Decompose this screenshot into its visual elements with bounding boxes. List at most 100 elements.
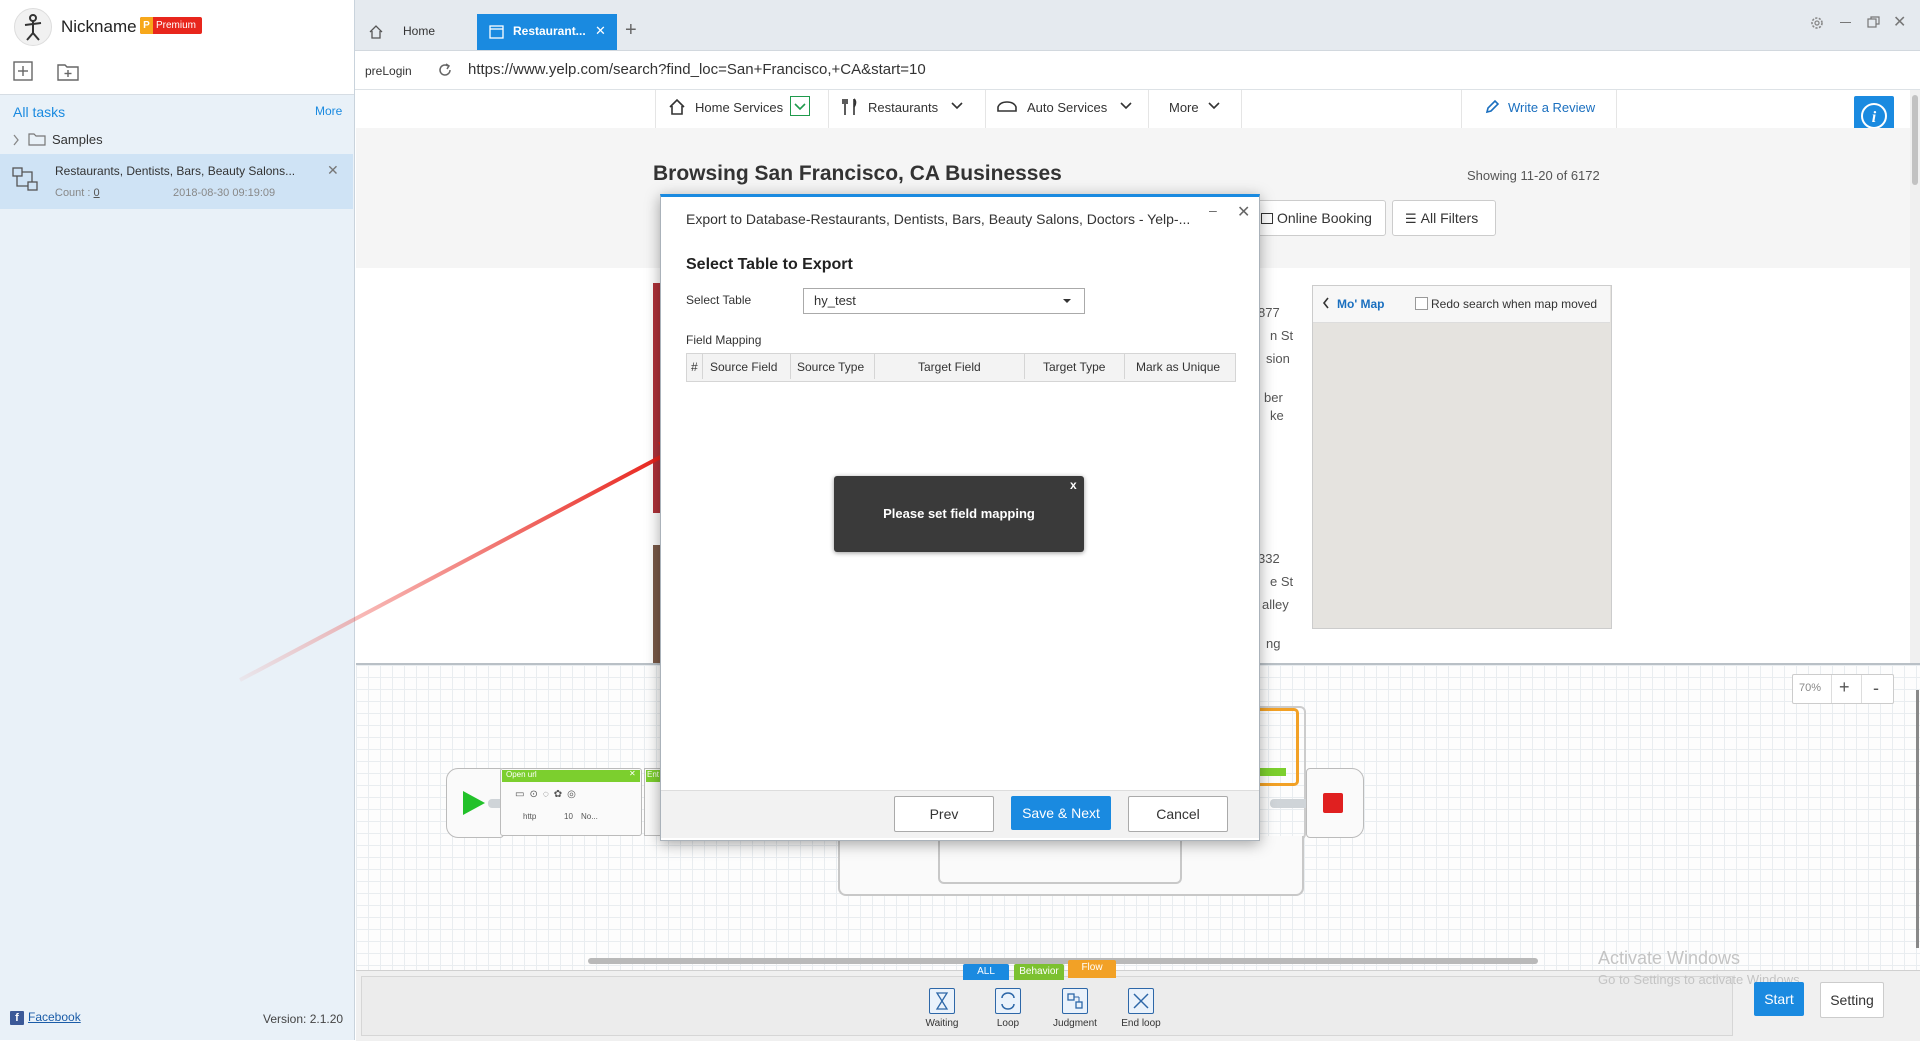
toolbox-label: Loop xyxy=(996,1018,1020,1029)
task-count-value[interactable]: 0 xyxy=(94,187,100,199)
play-icon xyxy=(463,791,485,815)
online-booking-filter[interactable]: Online Booking xyxy=(1246,200,1386,236)
node-field: 10 xyxy=(564,812,573,821)
minimize-window-icon[interactable] xyxy=(1840,22,1851,23)
toolbox-item-loop[interactable]: Loop xyxy=(983,988,1033,1029)
result-text: ng xyxy=(1266,636,1281,651)
more-link[interactable]: More xyxy=(315,104,342,118)
toolbox-tab-all[interactable]: ALL xyxy=(963,964,1009,980)
node-tool-icons[interactable]: ▭⊙◌✿◎ xyxy=(515,789,581,800)
select-table-dropdown[interactable]: hy_test xyxy=(803,288,1085,314)
task-count-label: Count : xyxy=(55,187,91,199)
task-list-item[interactable] xyxy=(0,154,353,209)
judgment-container[interactable] xyxy=(938,836,1182,884)
select-table-value: hy_test xyxy=(814,293,856,308)
write-review-link[interactable]: Write a Review xyxy=(1508,100,1595,115)
page-title: Browsing San Francisco, CA Businesses xyxy=(653,162,1062,185)
tab-home[interactable]: Home xyxy=(355,14,475,50)
pencil-icon xyxy=(1484,99,1500,115)
toolbox-item-waiting[interactable]: Waiting xyxy=(917,988,967,1029)
node-title: Ent xyxy=(647,770,660,779)
map-panel[interactable] xyxy=(1312,285,1612,629)
chevron-right-icon[interactable] xyxy=(12,134,20,146)
chevron-down-icon[interactable] xyxy=(790,96,810,116)
setting-button[interactable]: Setting xyxy=(1820,982,1884,1018)
workflow-hscroll[interactable] xyxy=(588,958,1538,964)
chevron-down-icon[interactable] xyxy=(950,100,964,112)
toolbox-tab-flow[interactable]: Flow xyxy=(1068,960,1116,978)
stop-icon xyxy=(1323,793,1343,813)
dialog-close-button[interactable]: ✕ xyxy=(1237,202,1250,222)
all-tasks-link[interactable]: All tasks xyxy=(13,104,65,120)
tab-home-label: Home xyxy=(403,24,436,38)
column-target-type[interactable]: Target Type xyxy=(1043,360,1105,374)
cancel-button[interactable]: Cancel xyxy=(1128,796,1228,832)
nav-more[interactable]: More xyxy=(1169,100,1199,115)
node-close-icon[interactable]: ✕ xyxy=(629,769,636,778)
hourglass-icon xyxy=(929,988,955,1014)
fork-knife-icon xyxy=(842,98,858,116)
sidebar-header xyxy=(0,0,354,95)
facebook-icon[interactable]: f xyxy=(10,1011,24,1025)
online-booking-label: Online Booking xyxy=(1277,210,1372,226)
dialog-minimize-button[interactable]: – xyxy=(1209,202,1217,218)
close-window-icon[interactable]: ✕ xyxy=(1893,12,1906,32)
column-divider xyxy=(702,354,703,379)
column-index: # xyxy=(691,360,698,374)
task-count: Count : 0 xyxy=(55,187,100,199)
zoom-out-button[interactable]: - xyxy=(1873,678,1879,699)
settings-gear-icon[interactable] xyxy=(1809,15,1825,31)
chevron-left-icon[interactable] xyxy=(1322,296,1330,310)
end-loop-icon xyxy=(1128,988,1154,1014)
chevron-down-icon[interactable] xyxy=(1119,100,1133,112)
user-nickname[interactable]: Nickname xyxy=(61,17,137,37)
scrollbar-thumb[interactable] xyxy=(1912,95,1918,185)
column-source-type[interactable]: Source Type xyxy=(797,360,864,374)
map-title[interactable]: Mo' Map xyxy=(1337,297,1385,311)
refresh-icon[interactable] xyxy=(437,62,453,78)
save-next-button[interactable]: Save & Next xyxy=(1011,796,1111,830)
toolbox-tab-behavior[interactable]: Behavior xyxy=(1014,964,1064,980)
result-text: ke xyxy=(1270,408,1284,423)
tab-restaurant[interactable]: Restaurant... ✕ xyxy=(477,14,617,50)
workflow-vscroll[interactable] xyxy=(1916,690,1919,948)
tab-close-icon[interactable]: ✕ xyxy=(595,23,606,39)
result-text: 332 xyxy=(1258,551,1280,566)
result-text: 877 xyxy=(1258,305,1280,320)
open-url-node[interactable]: Open url ✕ ▭⊙◌✿◎ http 10 No... xyxy=(500,768,642,836)
folder-samples[interactable]: Samples xyxy=(52,132,103,147)
new-tab-button[interactable]: + xyxy=(625,19,637,42)
restore-window-icon[interactable] xyxy=(1867,16,1880,28)
redo-search-label: Redo search when map moved xyxy=(1431,297,1598,311)
all-filters-label: All Filters xyxy=(1420,210,1479,226)
toolbox-label: Waiting xyxy=(925,1018,959,1029)
new-task-icon[interactable] xyxy=(12,60,34,82)
redo-search-checkbox[interactable] xyxy=(1415,297,1428,310)
start-button[interactable]: Start xyxy=(1754,982,1804,1016)
toolbox-item-judgment[interactable]: Judgment xyxy=(1050,988,1100,1029)
column-mark-unique[interactable]: Mark as Unique xyxy=(1136,360,1220,374)
column-source-field[interactable]: Source Field xyxy=(710,360,777,374)
end-node[interactable] xyxy=(1306,768,1364,838)
toast-close-button[interactable]: x xyxy=(1070,478,1077,492)
new-folder-icon[interactable] xyxy=(56,60,79,82)
prelogin-button[interactable]: preLogin xyxy=(365,64,412,78)
zoom-in-button[interactable]: + xyxy=(1839,677,1850,698)
all-filters-button[interactable]: ☰ All Filters xyxy=(1392,200,1496,236)
nav-home-services[interactable]: Home Services xyxy=(695,100,783,115)
toolbox-item-end-loop[interactable]: End loop xyxy=(1116,988,1166,1029)
zoom-divider xyxy=(1861,675,1862,703)
column-divider xyxy=(790,354,791,379)
facebook-link[interactable]: Facebook xyxy=(28,1010,81,1024)
nav-divider xyxy=(1148,90,1149,128)
task-close-icon[interactable]: ✕ xyxy=(327,162,339,179)
nav-restaurants[interactable]: Restaurants xyxy=(868,100,938,115)
url-field[interactable]: https://www.yelp.com/search?find_loc=San… xyxy=(468,61,926,78)
judgment-icon xyxy=(1062,988,1088,1014)
prev-button[interactable]: Prev xyxy=(894,796,994,832)
column-divider xyxy=(874,354,875,379)
column-target-field[interactable]: Target Field xyxy=(918,360,981,374)
nav-auto-services[interactable]: Auto Services xyxy=(1027,100,1107,115)
field-mapping-label: Field Mapping xyxy=(686,333,762,347)
chevron-down-icon[interactable] xyxy=(1207,100,1221,112)
